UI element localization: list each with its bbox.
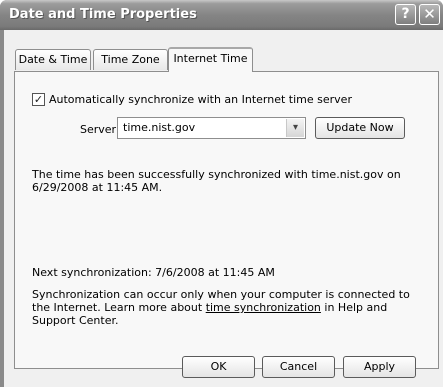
tab-date-time[interactable]: Date & Time [15, 49, 91, 70]
apply-button[interactable]: Apply [343, 356, 416, 378]
auto-sync-checkbox[interactable]: ✓ [32, 93, 45, 106]
help-icon: ? [401, 6, 410, 22]
time-sync-help-link[interactable]: time synchronization [206, 301, 321, 314]
cancel-button[interactable]: Cancel [262, 356, 335, 378]
chevron-down-icon: ▾ [292, 122, 299, 133]
dropdown-button[interactable]: ▾ [286, 119, 304, 137]
auto-sync-label[interactable]: Automatically synchronize with an Intern… [49, 93, 352, 106]
server-label: Server: [80, 123, 120, 136]
window-title: Date and Time Properties [9, 7, 197, 22]
help-button[interactable]: ? [395, 4, 416, 25]
tab-internet-time[interactable]: Internet Time [168, 47, 253, 72]
next-sync-text: Next synchronization: 7/6/2008 at 11:45 … [32, 266, 275, 279]
ok-button[interactable]: OK [182, 356, 255, 378]
server-combobox[interactable]: time.nist.gov ▾ [117, 117, 306, 139]
update-now-button[interactable]: Update Now [315, 117, 405, 139]
server-value: time.nist.gov [123, 121, 196, 134]
close-icon: ✕ [423, 5, 436, 23]
checkmark-icon: ✓ [33, 93, 44, 106]
tab-time-zone[interactable]: Time Zone [93, 49, 168, 70]
dialog-body: Date & Time Time Zone Internet Time [4, 30, 443, 387]
close-button[interactable]: ✕ [419, 4, 440, 25]
sync-note: Synchronization can occur only when your… [32, 288, 427, 327]
title-bar[interactable]: Date and Time Properties ? ✕ [0, 0, 443, 30]
sync-status-message: The time has been successfully synchroni… [32, 168, 401, 194]
